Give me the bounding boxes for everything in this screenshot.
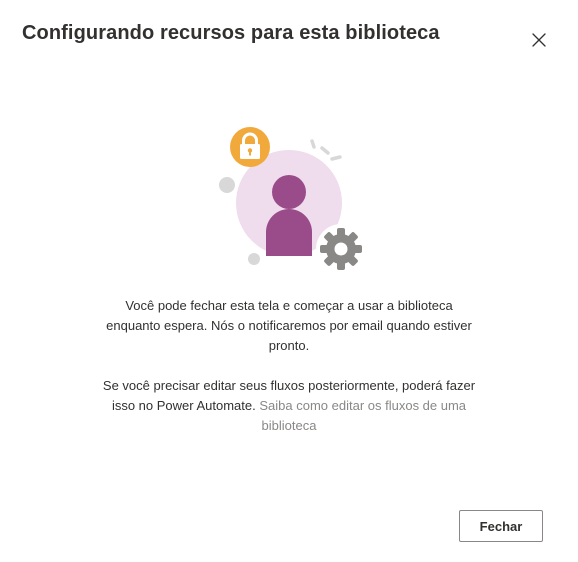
setup-dialog: Configurando recursos para esta bibliote… — [0, 0, 578, 562]
gear-icon — [316, 224, 366, 274]
lock-icon — [230, 127, 270, 167]
flows-message: Se você precisar editar seus fluxos post… — [100, 376, 478, 436]
sparkle-icon — [310, 139, 342, 161]
learn-more-link[interactable]: Saiba como editar os fluxos de uma bibli… — [259, 398, 466, 433]
close-dialog-button[interactable]: Fechar — [459, 510, 543, 542]
setup-illustration — [219, 127, 366, 274]
info-message: Você pode fechar esta tela e começar a u… — [106, 298, 472, 353]
close-icon — [532, 33, 546, 47]
decorative-dot-icon — [219, 177, 235, 193]
close-button[interactable] — [526, 27, 552, 53]
dialog-title: Configurando recursos para esta bibliote… — [22, 22, 440, 44]
decorative-dot-icon — [248, 253, 260, 265]
